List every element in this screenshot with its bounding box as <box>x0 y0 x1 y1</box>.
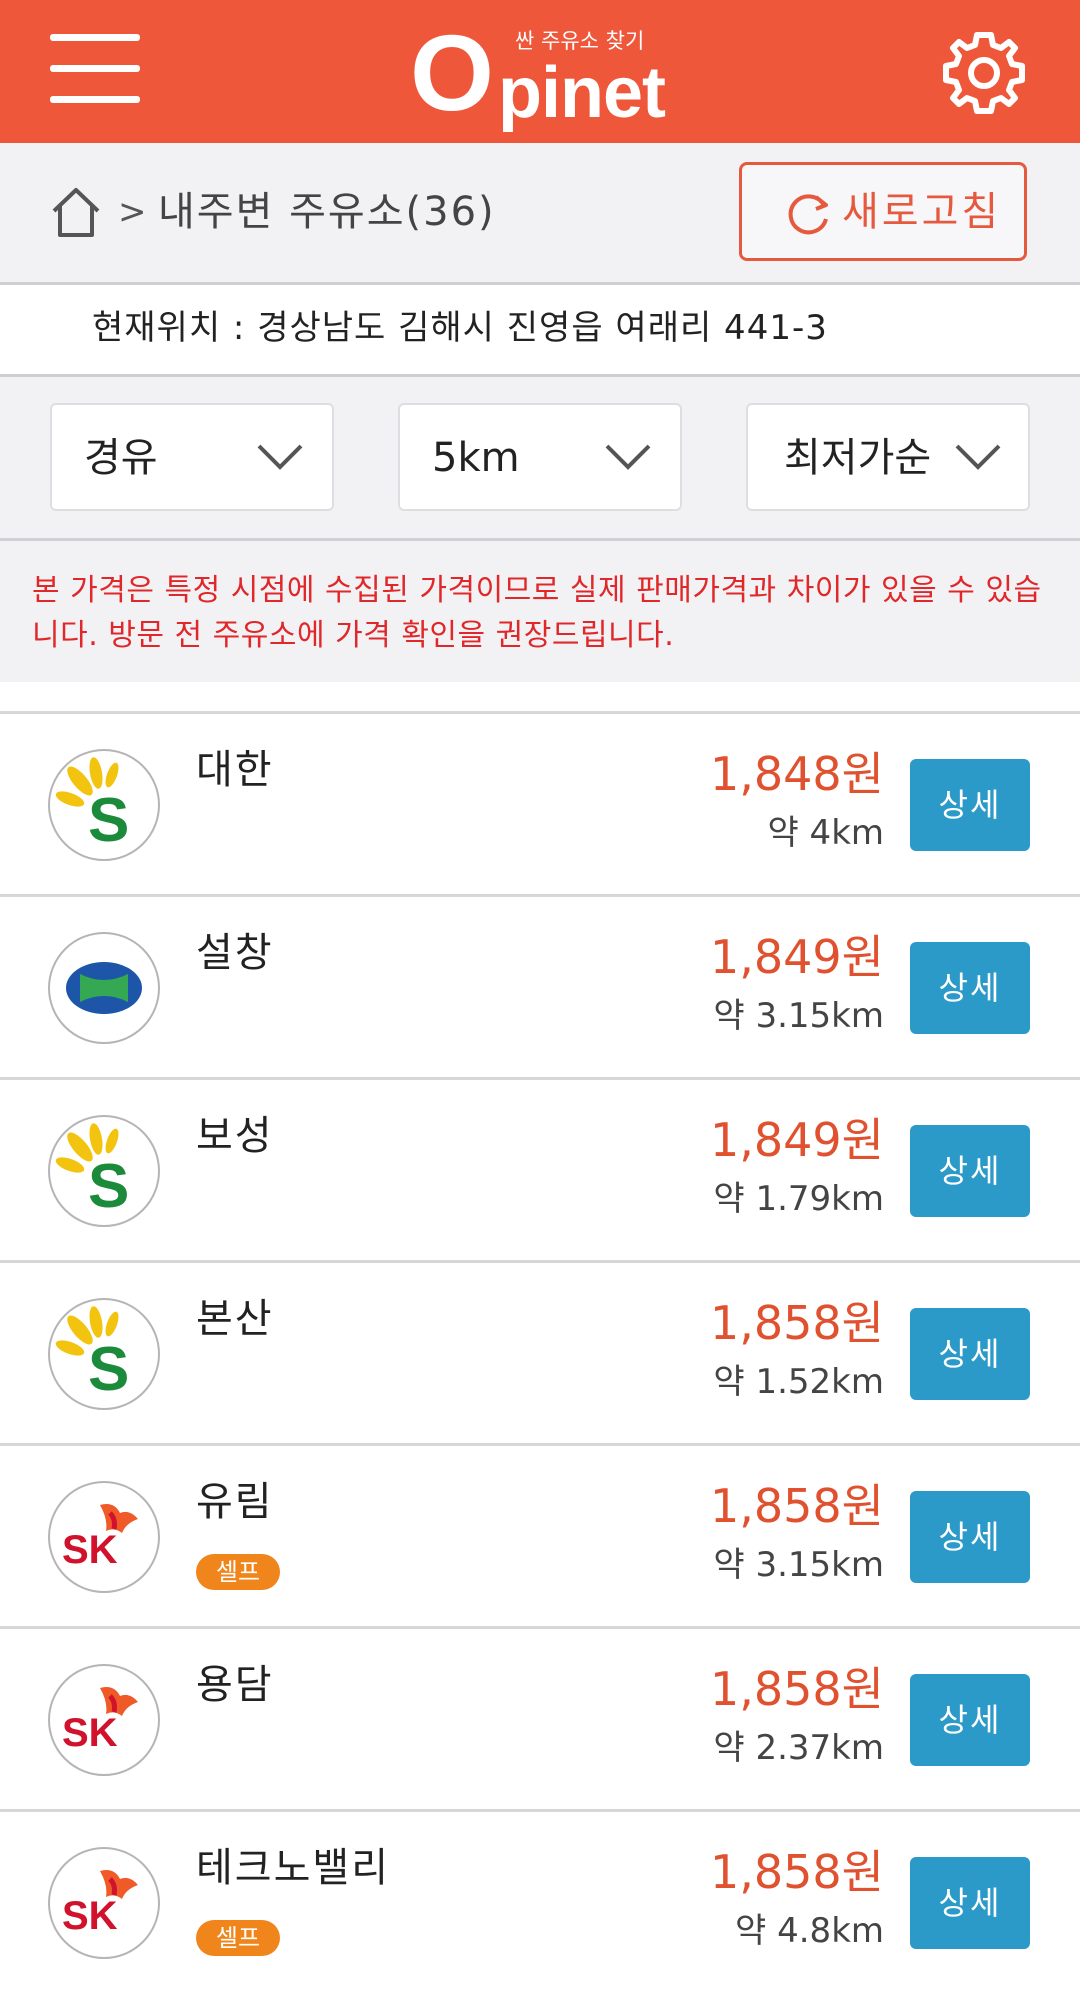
station-price: 1,849원 <box>709 930 884 984</box>
detail-button[interactable]: 상세 <box>910 1125 1030 1217</box>
station-distance: 약 2.37km <box>713 1728 884 1768</box>
station-price: 1,849원 <box>709 1113 884 1167</box>
station-name: 유림 <box>196 1479 274 1525</box>
station-price: 1,858원 <box>709 1296 884 1350</box>
station-name: 본산 <box>196 1296 274 1342</box>
filter-bar: 경유 5km 최저가순 <box>0 377 1080 541</box>
station-row[interactable]: SK 유림 셀프 1,858원 약 3.15km 상세 <box>0 1443 1080 1626</box>
logo-wordmark: pinet <box>498 53 666 133</box>
svg-text:S: S <box>88 1335 129 1404</box>
station-distance: 약 1.79km <box>713 1179 884 1219</box>
detail-button[interactable]: 상세 <box>910 942 1030 1034</box>
s-oil-logo-icon: S <box>48 749 160 861</box>
station-distance: 약 3.15km <box>713 996 884 1036</box>
sk-logo-icon: SK <box>48 1847 160 1959</box>
svg-text:SK: SK <box>62 1894 118 1938</box>
chevron-down-icon <box>955 444 1001 470</box>
app-header: O 싼 주유소 찾기 pinet <box>0 0 1080 143</box>
radius-select[interactable]: 5km <box>398 403 682 511</box>
station-price: 1,858원 <box>709 1479 884 1533</box>
station-price: 1,858원 <box>709 1845 884 1899</box>
hyundai-oilbank-logo-icon <box>48 932 160 1044</box>
chevron-down-icon <box>257 444 303 470</box>
s-oil-logo-icon: S <box>48 1298 160 1410</box>
station-name: 용담 <box>196 1662 274 1708</box>
page-title: 내주변 주유소(36) <box>158 189 496 235</box>
station-distance: 약 1.52km <box>713 1362 884 1402</box>
sk-logo-icon: SK <box>48 1481 160 1593</box>
station-price: 1,848원 <box>709 747 884 801</box>
chevron-down-icon <box>605 444 651 470</box>
detail-button[interactable]: 상세 <box>910 759 1030 851</box>
hamburger-menu-icon[interactable] <box>50 34 140 106</box>
current-location-bar: 현재위치 : 경상남도 김해시 진영읍 여래리 441-3 <box>0 285 1080 377</box>
breadcrumb-separator: > <box>118 192 147 232</box>
station-row[interactable]: SK 테크노밸리 셀프 1,858원 약 4.8km 상세 <box>0 1809 1080 1992</box>
self-service-badge: 셀프 <box>196 1554 280 1590</box>
station-distance: 약 4.8km <box>735 1911 884 1951</box>
refresh-button[interactable]: 새로고침 <box>739 162 1027 261</box>
station-name: 설창 <box>196 930 274 976</box>
sort-select[interactable]: 최저가순 <box>746 403 1030 511</box>
station-row[interactable]: S 보성 1,849원 약 1.79km 상세 <box>0 1077 1080 1260</box>
price-notice: 본 가격은 특정 시점에 수집된 가격이므로 실제 판매가격과 차이가 있을 수… <box>0 541 1080 682</box>
station-name: 테크노밸리 <box>196 1845 390 1891</box>
logo-tagline: 싼 주유소 찾기 <box>515 29 645 53</box>
current-location-text: 현재위치 : 경상남도 김해시 진영읍 여래리 441-3 <box>92 308 828 348</box>
station-distance: 약 3.15km <box>713 1545 884 1585</box>
fuel-type-value: 경유 <box>84 435 158 481</box>
detail-button[interactable]: 상세 <box>910 1674 1030 1766</box>
refresh-label: 새로고침 <box>842 189 1002 235</box>
station-row[interactable]: 설창 1,849원 약 3.15km 상세 <box>0 894 1080 1077</box>
svg-text:SK: SK <box>62 1528 118 1572</box>
fuel-type-select[interactable]: 경유 <box>50 403 334 511</box>
station-name: 보성 <box>196 1113 274 1159</box>
station-row[interactable]: SK 용담 1,858원 약 2.37km 상세 <box>0 1626 1080 1809</box>
svg-text:S: S <box>88 786 129 855</box>
station-name: 대한 <box>196 747 274 793</box>
station-list: S 대한 1,848원 약 4km 상세 설창 1,849원 약 3.15km … <box>0 711 1080 1992</box>
station-row[interactable]: S 본산 1,858원 약 1.52km 상세 <box>0 1260 1080 1443</box>
s-oil-logo-icon: S <box>48 1115 160 1227</box>
sort-value: 최저가순 <box>784 435 932 481</box>
self-service-badge: 셀프 <box>196 1920 280 1956</box>
sk-logo-icon: SK <box>48 1664 160 1776</box>
settings-gear-icon[interactable] <box>938 27 1030 119</box>
svg-text:SK: SK <box>62 1711 118 1755</box>
price-notice-text: 본 가격은 특정 시점에 수집된 가격이므로 실제 판매가격과 차이가 있을 수… <box>32 573 1042 653</box>
detail-button[interactable]: 상세 <box>910 1491 1030 1583</box>
home-icon[interactable] <box>50 185 102 239</box>
opinet-logo: O 싼 주유소 찾기 pinet <box>410 12 680 134</box>
station-row[interactable]: S 대한 1,848원 약 4km 상세 <box>0 711 1080 894</box>
detail-button[interactable]: 상세 <box>910 1857 1030 1949</box>
station-price: 1,858원 <box>709 1662 884 1716</box>
refresh-icon <box>788 194 828 235</box>
breadcrumb: > 내주변 주유소(36) 새로고침 <box>0 143 1080 285</box>
station-distance: 약 4km <box>767 813 884 853</box>
radius-value: 5km <box>432 435 520 481</box>
detail-button[interactable]: 상세 <box>910 1308 1030 1400</box>
svg-text:S: S <box>88 1152 129 1221</box>
logo-letter: O <box>410 12 495 133</box>
